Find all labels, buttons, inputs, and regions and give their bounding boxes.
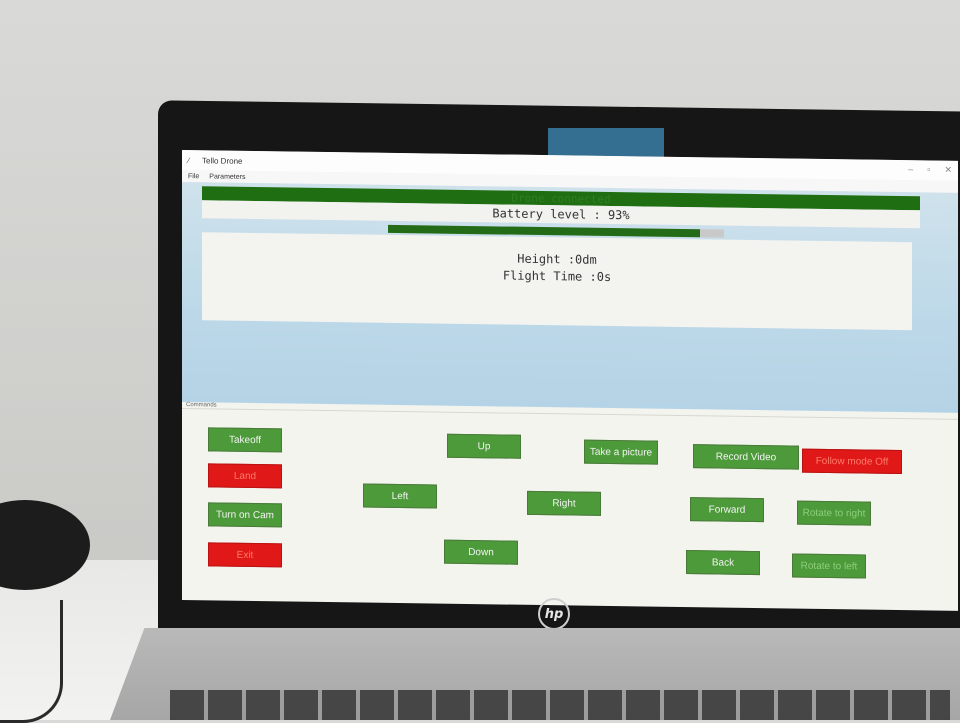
right-button[interactable]: Right [527,490,601,516]
window-controls: – ▫ ✕ [908,164,952,176]
keyboard [170,690,950,720]
connection-status: Drone connected [511,191,611,206]
left-button[interactable]: Left [363,483,437,509]
video-feed-area: Drone connected Battery level : 93% Heig… [182,182,958,413]
turn-on-cam-button[interactable]: Turn on Cam [208,502,282,528]
exit-button[interactable]: Exit [208,542,282,568]
land-button[interactable]: Land [208,463,282,489]
rotate-right-button[interactable]: Rotate to right [797,500,871,526]
laptop-screen: ⁄ Tello Drone – ▫ ✕ File Parameters Dron… [182,150,958,611]
close-icon[interactable]: ✕ [944,165,952,176]
takeoff-button[interactable]: Takeoff [208,427,282,453]
flight-stats-panel: Height :0dm Flight Time :0s [202,232,912,331]
forward-button[interactable]: Forward [690,497,764,523]
window-title: Tello Drone [202,155,243,166]
battery-level-text: Battery level : 93% [492,206,630,223]
follow-mode-button[interactable]: Follow mode Off [802,448,902,475]
up-button[interactable]: Up [447,433,521,459]
take-picture-button[interactable]: Take a picture [584,439,658,465]
down-button[interactable]: Down [444,539,518,565]
rotate-left-button[interactable]: Rotate to left [792,553,866,579]
menu-file[interactable]: File [188,173,199,180]
app-icon: ⁄ [188,156,190,166]
minimize-icon[interactable]: – [908,164,913,175]
menu-parameters[interactable]: Parameters [209,173,245,181]
hp-logo: hp [538,598,570,630]
back-button[interactable]: Back [686,550,760,576]
cable [0,600,63,723]
record-video-button[interactable]: Record Video [693,444,799,470]
maximize-icon[interactable]: ▫ [927,164,930,175]
